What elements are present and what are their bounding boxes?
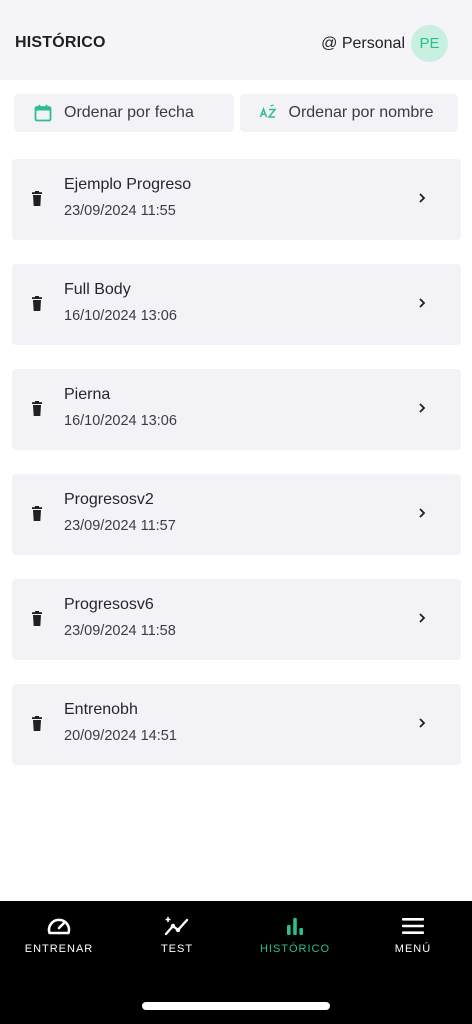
chevron-right-icon — [417, 506, 427, 520]
trash-icon[interactable] — [30, 611, 44, 627]
account-name: @ Personal — [321, 34, 405, 52]
home-indicator — [142, 1002, 330, 1010]
bottom-navigation: ENTRENAR TEST HISTÓRICO MENÚ — [0, 901, 472, 1024]
chevron-right-icon — [417, 191, 427, 205]
workout-title: Progresosv2 — [64, 491, 154, 508]
workout-title: Ejemplo Progreso — [64, 176, 192, 193]
calendar-icon — [34, 104, 52, 122]
sort-controls: Ordenar por fecha Ordenar por nombre — [14, 94, 458, 132]
workout-card[interactable]: Progresosv2 23/09/2024 11:57 — [12, 474, 461, 555]
trash-icon[interactable] — [30, 506, 44, 522]
trash-icon[interactable] — [30, 716, 44, 732]
sort-by-name-label: Ordenar por nombre — [288, 104, 434, 121]
nav-test[interactable]: TEST — [118, 901, 236, 971]
nav-historico[interactable]: HISTÓRICO — [236, 901, 354, 971]
sort-by-date-button[interactable]: Ordenar por fecha — [14, 94, 234, 132]
trash-icon[interactable] — [30, 191, 44, 207]
sort-alpha-icon — [259, 104, 277, 122]
trash-icon[interactable] — [30, 401, 44, 417]
nav-label: ENTRENAR — [24, 943, 94, 955]
nav-menu[interactable]: MENÚ — [354, 901, 472, 971]
workout-title: Progresosv6 — [64, 596, 154, 613]
chevron-right-icon — [417, 296, 427, 310]
workout-date: 16/10/2024 13:06 — [64, 413, 177, 429]
speedometer-icon — [46, 915, 72, 937]
sort-by-name-button[interactable]: Ordenar por nombre — [239, 94, 458, 132]
nav-label: MENÚ — [394, 943, 432, 955]
workout-title: Full Body — [64, 281, 131, 298]
workout-date: 23/09/2024 11:55 — [64, 203, 176, 219]
bar-chart-icon — [282, 915, 308, 937]
workout-card[interactable]: Pierna 16/10/2024 13:06 — [12, 369, 461, 450]
nav-label: HISTÓRICO — [259, 943, 331, 955]
app-header: HISTÓRICO @ Personal PE — [0, 0, 472, 80]
account-switcher[interactable]: @ Personal PE — [321, 25, 448, 62]
nav-label: TEST — [160, 943, 194, 955]
avatar[interactable]: PE — [411, 25, 448, 62]
workout-card[interactable]: Entrenobh 20/09/2024 14:51 — [12, 684, 461, 765]
workout-card[interactable]: Ejemplo Progreso 23/09/2024 11:55 — [12, 159, 461, 240]
workout-title: Pierna — [64, 386, 111, 403]
trend-chart-icon — [164, 915, 190, 937]
workout-date: 23/09/2024 11:58 — [64, 623, 176, 639]
workout-date: 23/09/2024 11:57 — [64, 518, 176, 534]
sort-by-date-label: Ordenar por fecha — [64, 104, 194, 121]
workout-history-list: Ejemplo Progreso 23/09/2024 11:55 Full B… — [12, 159, 461, 789]
workout-card[interactable]: Progresosv6 23/09/2024 11:58 — [12, 579, 461, 660]
workout-date: 16/10/2024 13:06 — [64, 308, 177, 324]
chevron-right-icon — [417, 716, 427, 730]
chevron-right-icon — [417, 401, 427, 415]
workout-date: 20/09/2024 14:51 — [64, 728, 177, 744]
nav-entrenar[interactable]: ENTRENAR — [0, 901, 118, 971]
page-title: HISTÓRICO — [15, 34, 106, 51]
trash-icon[interactable] — [30, 296, 44, 312]
chevron-right-icon — [417, 611, 427, 625]
workout-title: Entrenobh — [64, 701, 138, 718]
workout-card[interactable]: Full Body 16/10/2024 13:06 — [12, 264, 461, 345]
menu-icon — [400, 915, 426, 937]
